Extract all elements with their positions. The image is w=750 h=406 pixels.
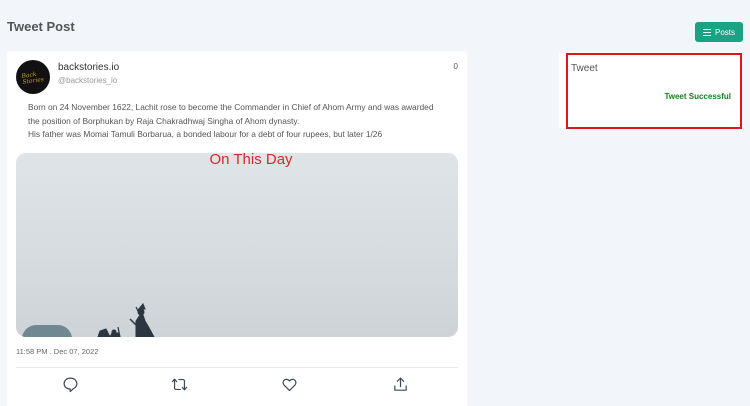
statue-silhouette bbox=[97, 303, 155, 337]
tweet-text-line: Born on 24 November 1622, Lachit rose to… bbox=[28, 102, 434, 112]
tweet-text: Born on 24 November 1622, Lachit rose to… bbox=[28, 101, 458, 142]
retweet-button[interactable] bbox=[171, 376, 191, 396]
status-title: Tweet bbox=[571, 63, 598, 74]
avatar-logo-text: Back Stories bbox=[21, 70, 45, 86]
tweet-timestamp: 11:58 PM . Dec 07, 2022 bbox=[16, 347, 99, 356]
comment-icon bbox=[63, 377, 78, 393]
tweet-text-line: His father was Momai Tamuli Borbarua, a … bbox=[28, 129, 383, 139]
tweet-card: Back Stories backstories.io @backstories… bbox=[7, 51, 467, 406]
media-caption: On This Day bbox=[209, 153, 293, 168]
tweet-text-line: the position of Borphukan by Raja Chakra… bbox=[28, 115, 300, 126]
handle: @backstories_io bbox=[58, 76, 118, 85]
comment-button[interactable] bbox=[62, 376, 82, 396]
like-icon bbox=[282, 378, 297, 392]
avatar[interactable]: Back Stories bbox=[16, 60, 50, 94]
divider bbox=[16, 367, 458, 368]
share-button[interactable] bbox=[392, 376, 412, 396]
hill-silhouette bbox=[22, 325, 72, 337]
display-name[interactable]: backstories.io bbox=[58, 62, 119, 73]
like-button[interactable] bbox=[281, 376, 301, 396]
posts-button[interactable]: Posts bbox=[695, 22, 743, 42]
share-icon bbox=[394, 377, 407, 391]
status-message: Tweet Successful bbox=[664, 92, 731, 101]
menu-icon bbox=[702, 28, 711, 36]
tweet-media-image[interactable]: On This Day bbox=[16, 153, 458, 337]
retweet-icon bbox=[171, 378, 188, 391]
page-title: Tweet Post bbox=[7, 19, 75, 34]
tweet-count: 0 bbox=[453, 62, 458, 71]
posts-button-label: Posts bbox=[714, 27, 735, 37]
